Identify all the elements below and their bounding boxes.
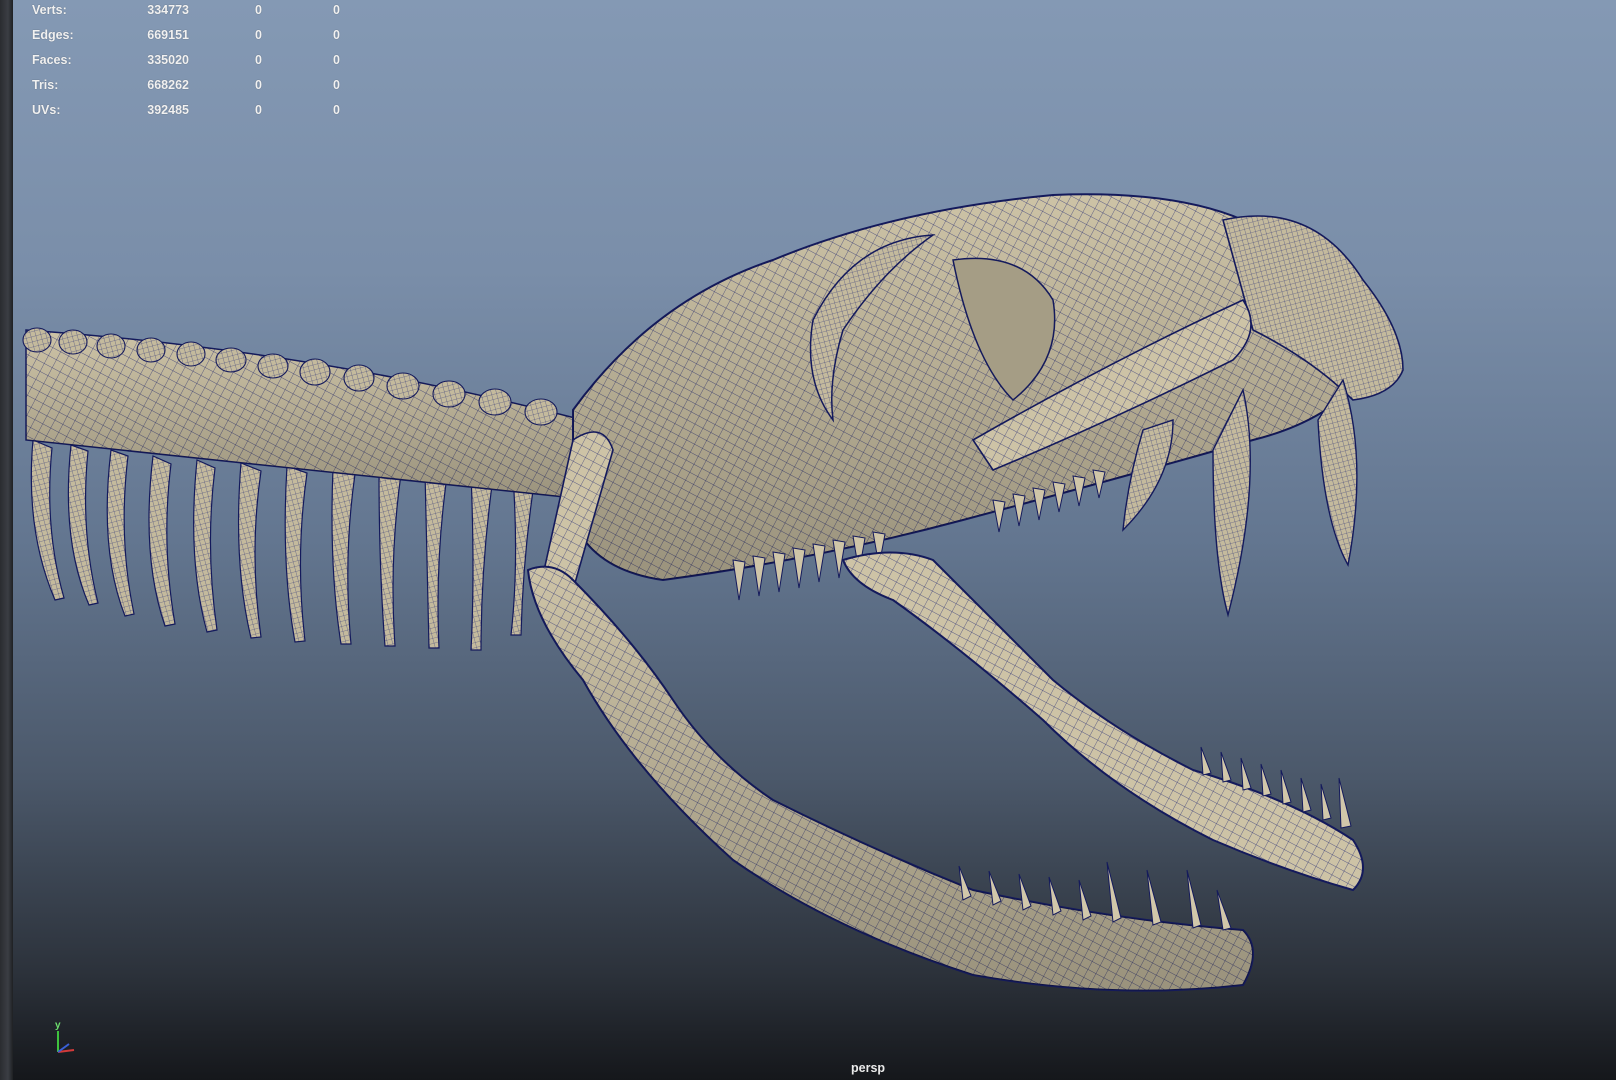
hud-label: Faces: xyxy=(32,53,72,67)
hud-value: 335020 xyxy=(147,53,189,67)
axis-gizmo-icon: y xyxy=(55,1020,75,1053)
svg-text:y: y xyxy=(55,1020,61,1031)
hud-value: 0 xyxy=(255,78,262,92)
snake-skeleton-model[interactable] xyxy=(13,0,1616,1080)
left-panel-edge xyxy=(0,0,13,1080)
hud-value: 0 xyxy=(333,28,340,42)
hud-value: 0 xyxy=(333,78,340,92)
hud-label: UVs: xyxy=(32,103,61,117)
hud-value: 0 xyxy=(255,103,262,117)
camera-label: persp xyxy=(851,1061,886,1075)
hud-value: 334773 xyxy=(147,3,189,17)
hud-value: 0 xyxy=(333,103,340,117)
hud-value: 669151 xyxy=(147,28,189,42)
hud-value: 668262 xyxy=(147,78,189,92)
hud-label: Tris: xyxy=(32,78,59,92)
hud-value: 0 xyxy=(255,53,262,67)
hud-value: 0 xyxy=(333,3,340,17)
hud-value: 0 xyxy=(255,28,262,42)
hud-label: Edges: xyxy=(32,28,74,42)
hud-value: 392485 xyxy=(147,103,189,117)
lower-jaw-right xyxy=(841,551,1364,892)
hud-label: Verts: xyxy=(32,3,67,17)
3d-viewport[interactable]: Verts: 334773 0 0 Edges: 669151 0 0 Face… xyxy=(13,0,1616,1080)
hud-value: 0 xyxy=(255,3,262,17)
hud-value: 0 xyxy=(333,53,340,67)
